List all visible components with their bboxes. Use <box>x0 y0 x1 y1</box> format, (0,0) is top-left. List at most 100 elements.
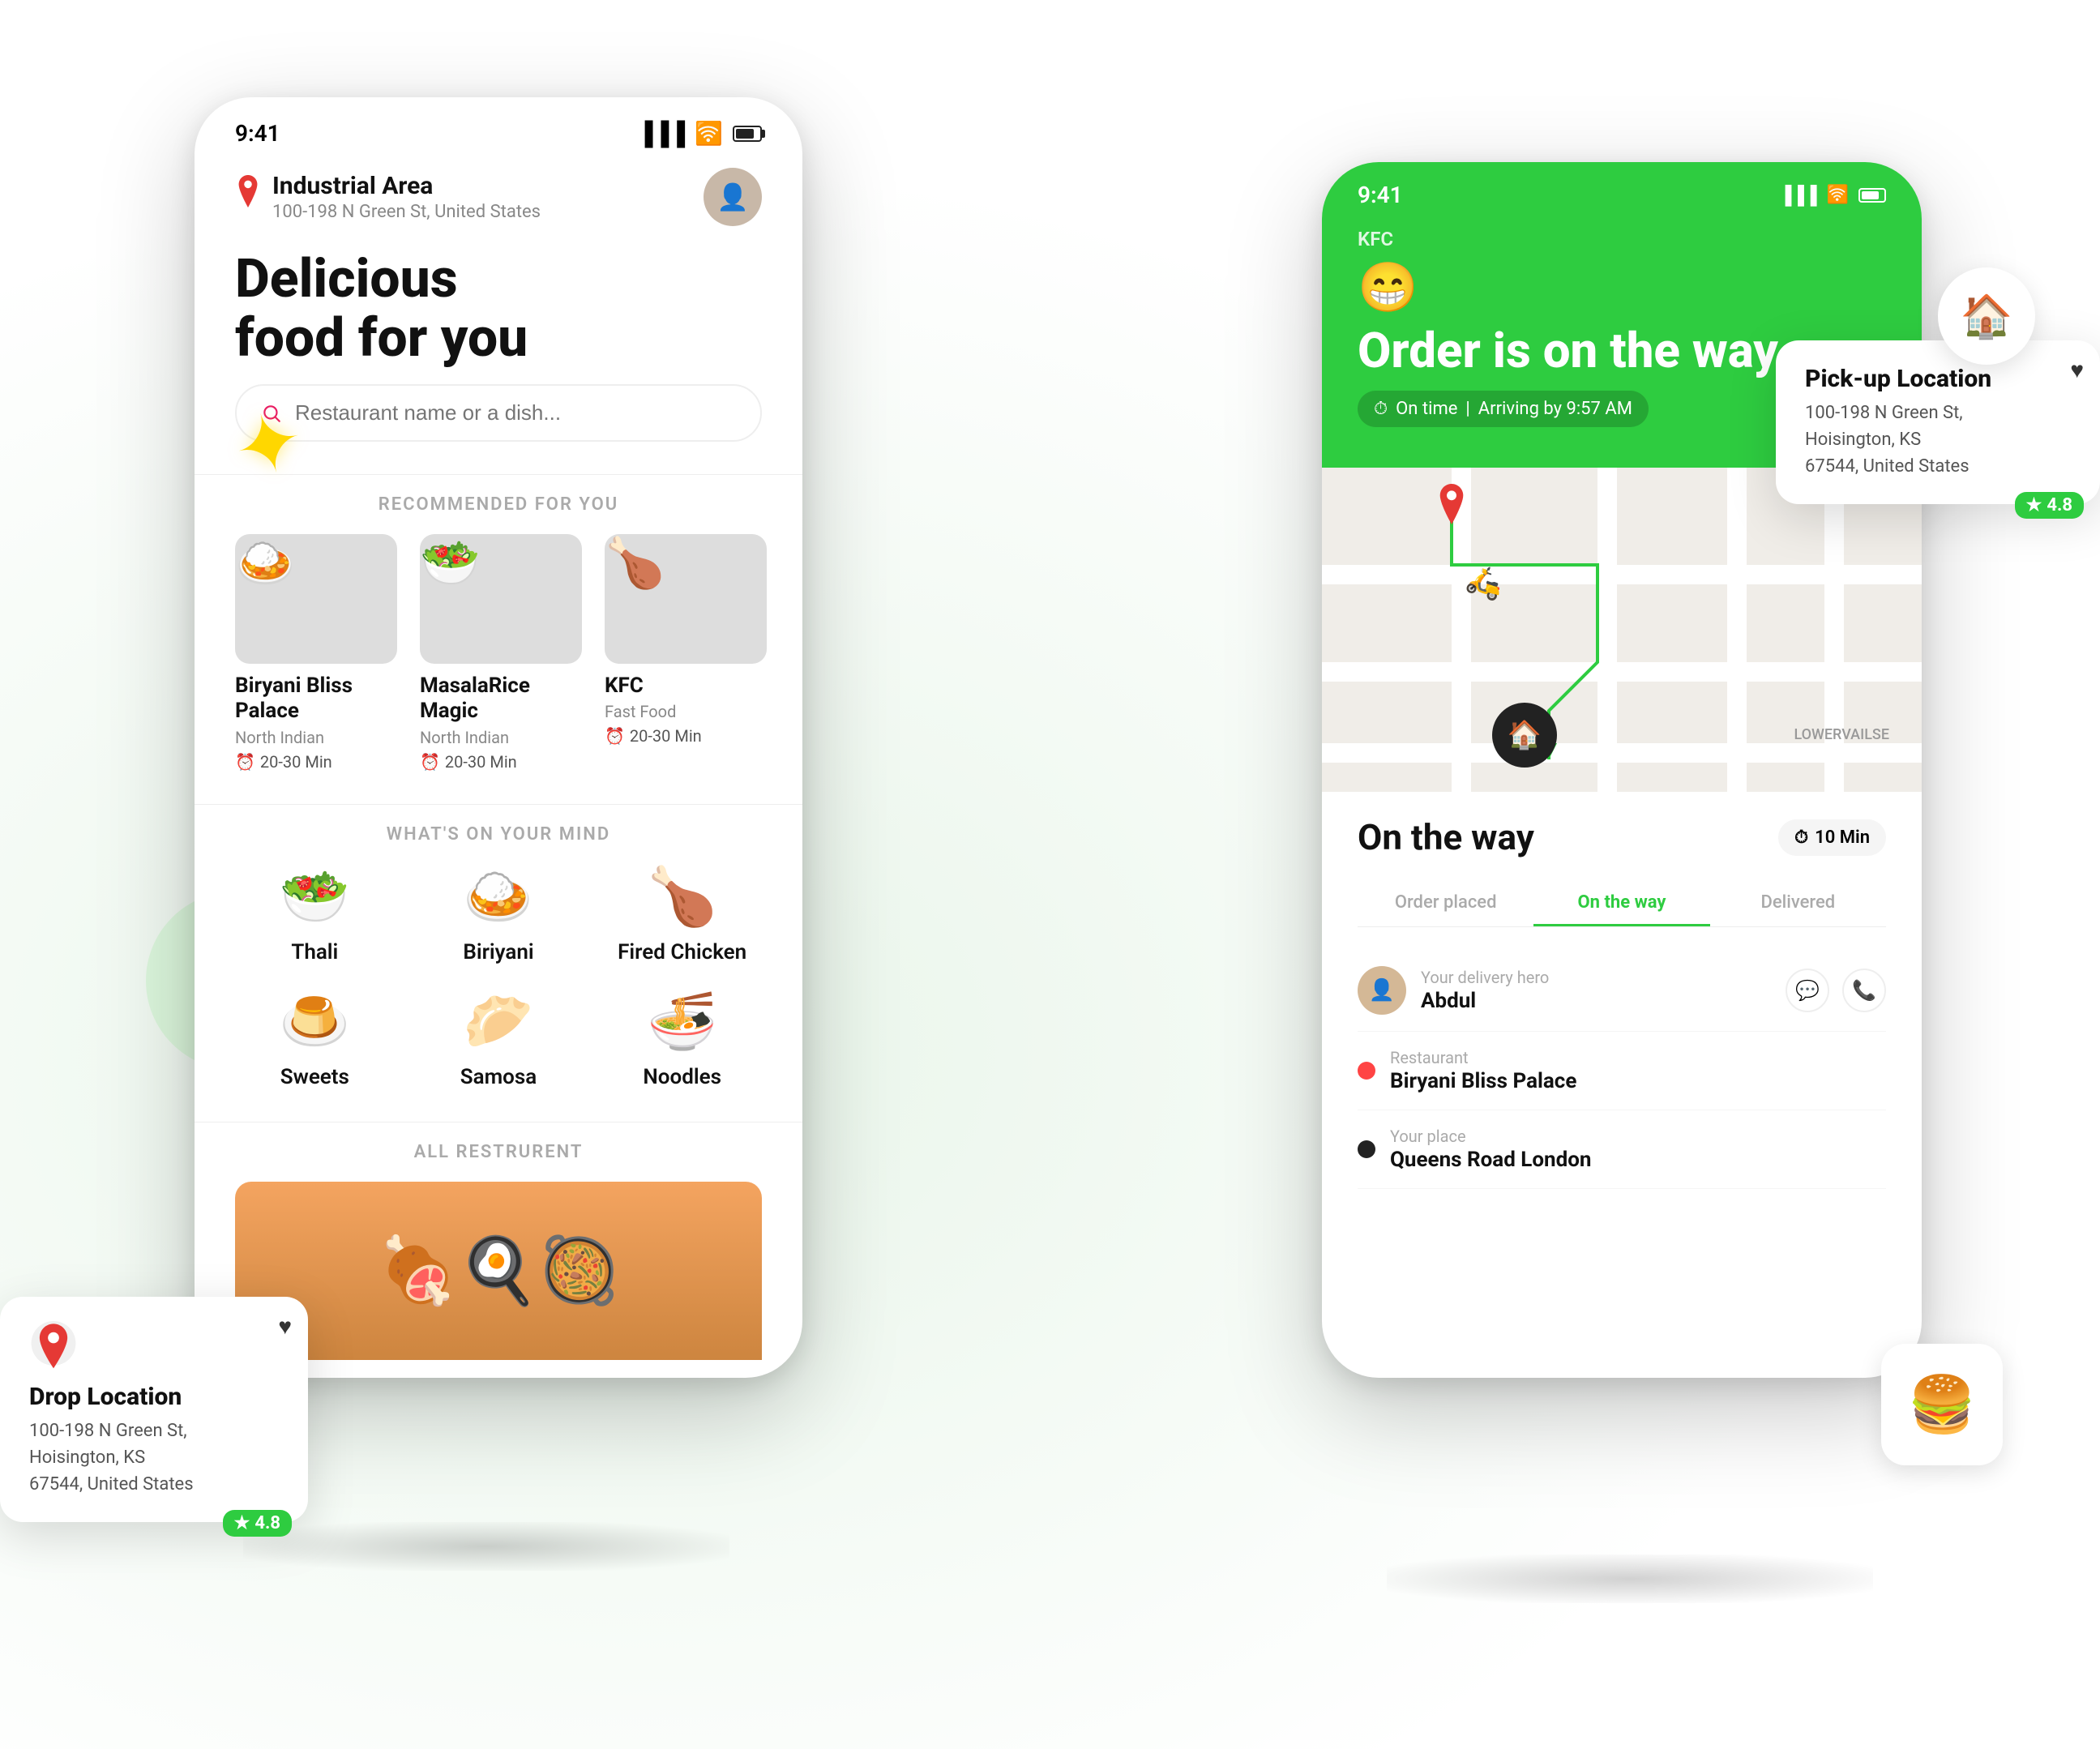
restaurant-cuisine: North Indian <box>420 728 582 747</box>
category-grid: 🥗 Thali 🍛 Biriyani 🍗 Fired Chicken 🍮 Swe… <box>195 864 802 1122</box>
category-label: Thali <box>291 940 338 964</box>
float-home-icon: 🏠 <box>1938 267 2035 365</box>
location-pin-icon <box>235 175 261 207</box>
pickup-location-title: Pick-up Location <box>1805 365 2071 393</box>
pickup-rating-badge: ★ 4.8 <box>2015 492 2084 519</box>
divider-3 <box>195 1122 802 1123</box>
progress-tabs: Order placed On the way Delivered <box>1358 881 1886 927</box>
call-button[interactable]: 📞 <box>1842 969 1886 1012</box>
drop-rating-value: 4.8 <box>254 1513 280 1533</box>
tab-order-placed[interactable]: Order placed <box>1358 881 1533 926</box>
restaurant-card-kfc[interactable]: 🍗 KFC Fast Food ⏰ 20-30 Min <box>605 534 767 771</box>
search-input[interactable] <box>295 400 736 425</box>
heart-icon[interactable]: ♥ <box>278 1313 292 1340</box>
order-status-icons: ▐▐▐ 🛜 <box>1779 185 1886 206</box>
restaurant-location-dot <box>1358 1062 1375 1080</box>
battery-icon <box>1858 188 1886 203</box>
shadow-decoration-2 <box>1387 1554 1873 1603</box>
divider-2 <box>195 804 802 805</box>
delivery-hero-info: 👤 Your delivery hero Abdul <box>1358 966 1549 1015</box>
clock-icon: ⏰ <box>605 726 625 746</box>
location-name: Industrial Area <box>272 172 541 200</box>
delivery-hero-actions: 💬 📞 <box>1786 969 1886 1012</box>
destination-details: Your place Queens Road London <box>1390 1127 1592 1172</box>
restaurant-name: KFC <box>605 674 767 699</box>
delivery-hero-name: Abdul <box>1421 989 1549 1013</box>
restaurant-card-masala[interactable]: 🥗 MasalaRice Magic North Indian ⏰ 20-30 … <box>420 534 582 771</box>
main-heading: Delicious food for you <box>195 242 802 384</box>
biriyani-emoji: 🍛 <box>463 864 533 930</box>
phone-main: 9:41 ▐▐▐ 🛜 Industrial Area 100-198 N Gre… <box>195 97 802 1378</box>
whats-on-mind-label: WHAT'S ON YOUR MIND <box>195 824 802 845</box>
restaurant-label: Restaurant <box>1390 1048 1576 1067</box>
noodles-emoji: 🍜 <box>647 989 717 1055</box>
on-time-text: On time <box>1396 399 1457 419</box>
restaurant-cuisine: North Indian <box>235 728 397 747</box>
restaurant-details: Restaurant Biryani Bliss Palace <box>1390 1048 1576 1093</box>
location-info: Industrial Area 100-198 N Green St, Unit… <box>235 172 541 222</box>
delivery-hero-details: Your delivery hero Abdul <box>1421 968 1549 1013</box>
category-label: Fired Chicken <box>618 940 746 964</box>
wifi-icon: 🛜 <box>695 120 723 147</box>
all-restaurant-preview: 🍖🍳🥘 <box>235 1182 762 1360</box>
food-image-biryani: 🍛 <box>235 534 397 664</box>
separator: | <box>1465 399 1469 419</box>
map-area: LOWERVAILSE 🛵 🏠 <box>1322 468 1922 792</box>
on-time-badge: ⏱ On time | Arriving by 9:57 AM <box>1358 391 1649 427</box>
recommended-label: RECOMMENDED FOR YOU <box>195 494 802 515</box>
destination-label: Your place <box>1390 1127 1592 1146</box>
restaurant-time: ⏰ 20-30 Min <box>420 752 582 772</box>
delivery-hero-avatar: 👤 <box>1358 966 1406 1015</box>
pickup-rating-value: 4.8 <box>2047 495 2072 515</box>
chicken-emoji: 🍗 <box>647 864 717 930</box>
order-status-bar: 9:41 ▐▐▐ 🛜 <box>1322 162 1922 220</box>
delivery-hero-label: Your delivery hero <box>1421 968 1549 987</box>
order-status-time: 9:41 <box>1358 182 1403 208</box>
location-bar: Industrial Area 100-198 N Green St, Unit… <box>195 155 802 242</box>
category-biriyani[interactable]: 🍛 Biriyani <box>419 864 579 964</box>
time-badge: ⏱ 10 Min <box>1778 819 1886 856</box>
signal-icon: ▐▐▐ <box>1779 185 1817 206</box>
category-label: Sweets <box>280 1065 349 1089</box>
clock-icon: ⏰ <box>235 752 255 772</box>
user-avatar[interactable]: 👤 <box>704 168 762 226</box>
time-badge-value: 10 Min <box>1815 827 1870 848</box>
category-samosa[interactable]: 🥟 Samosa <box>419 989 579 1089</box>
restaurant-card-biryani[interactable]: 🍛 Biryani Bliss Palace North Indian ⏰ 20… <box>235 534 397 771</box>
star-icon: ★ <box>2026 495 2042 515</box>
restaurant-name: MasalaRice Magic <box>420 674 582 724</box>
heart-icon[interactable]: ♥ <box>2070 357 2084 383</box>
pickup-location-address: 100-198 N Green St,Hoisington, KS67544, … <box>1805 400 2071 480</box>
category-thali[interactable]: 🥗 Thali <box>235 864 395 964</box>
destination-row: Your place Queens Road London <box>1358 1110 1886 1189</box>
battery-icon <box>733 126 762 142</box>
message-button[interactable]: 💬 <box>1786 969 1829 1012</box>
drop-pin-icon <box>29 1321 78 1379</box>
drop-location-title: Drop Location <box>29 1383 279 1411</box>
category-sweets[interactable]: 🍮 Sweets <box>235 989 395 1089</box>
home-pin: 🏠 <box>1492 703 1557 768</box>
float-card-drop: ♥ ★ 4.8 Drop Location 100-198 N Green St… <box>0 1297 308 1522</box>
origin-pin <box>1435 484 1468 528</box>
category-noodles[interactable]: 🍜 Noodles <box>602 989 762 1089</box>
category-label: Biriyani <box>463 940 533 964</box>
status-icons: ▐▐▐ 🛜 <box>637 120 762 147</box>
tracking-bottom: On the way ⏱ 10 Min Order placed On the … <box>1322 792 1922 1213</box>
route-svg <box>1322 468 1922 792</box>
location-address: 100-198 N Green St, United States <box>272 202 541 222</box>
tab-delivered[interactable]: Delivered <box>1710 881 1886 926</box>
float-food-icon: 🍔 <box>1881 1344 2003 1465</box>
restaurant-list: 🍛 Biryani Bliss Palace North Indian ⏰ 20… <box>195 534 802 803</box>
category-label: Noodles <box>643 1065 721 1089</box>
food-image-masala: 🥗 <box>420 534 582 664</box>
delivery-hero-row: 👤 Your delivery hero Abdul 💬 📞 <box>1358 950 1886 1032</box>
destination-location-dot <box>1358 1140 1375 1158</box>
tab-on-the-way[interactable]: On the way <box>1533 881 1709 926</box>
sweets-emoji: 🍮 <box>280 989 350 1055</box>
signal-icon: ▐▐▐ <box>637 120 686 147</box>
search-bar[interactable] <box>235 384 762 442</box>
drop-location-address: 100-198 N Green St,Hoisington, KS67544, … <box>29 1418 279 1498</box>
category-fired-chicken[interactable]: 🍗 Fired Chicken <box>602 864 762 964</box>
restaurant-row: Restaurant Biryani Bliss Palace <box>1358 1032 1886 1110</box>
drop-pin-container <box>29 1321 78 1383</box>
